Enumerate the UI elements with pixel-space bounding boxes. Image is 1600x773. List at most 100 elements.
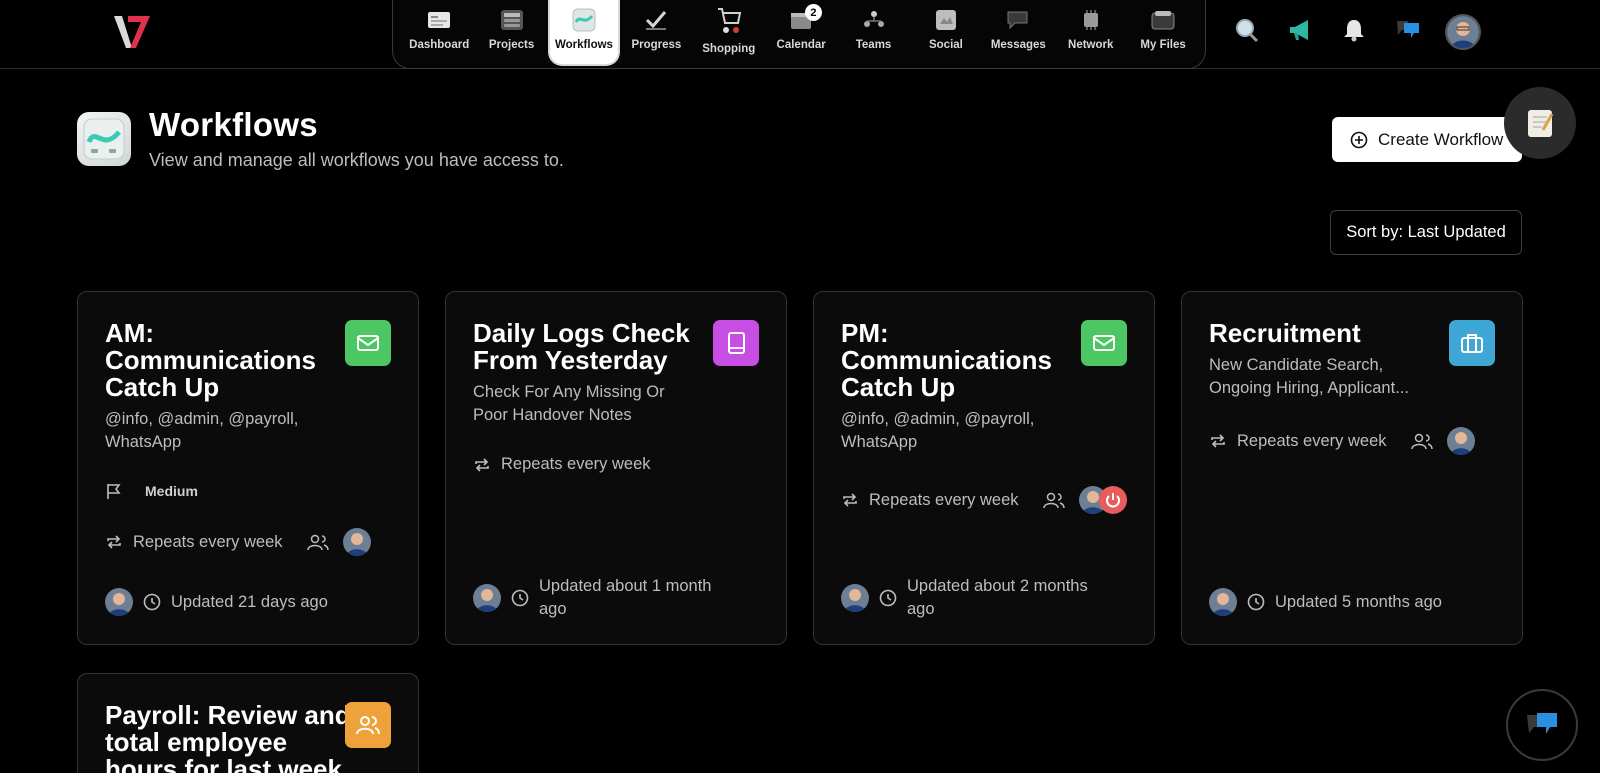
users-icon: [1042, 492, 1065, 509]
nav-progress[interactable]: Progress: [620, 0, 692, 66]
owner-avatar[interactable]: [105, 588, 133, 616]
card-type-badge: [1081, 320, 1127, 366]
owner-avatar[interactable]: [473, 584, 501, 612]
card-title: AM: Communications Catch Up: [105, 318, 316, 402]
card-type-badge: [345, 320, 391, 366]
flag-icon: [107, 484, 121, 499]
card-type-badge: [713, 320, 759, 366]
page-subtitle: View and manage all workflows you have a…: [149, 150, 564, 170]
repeat-label: Repeats every week: [133, 532, 283, 551]
app-logo[interactable]: [110, 12, 154, 52]
book-icon: [728, 332, 745, 354]
announcements-button[interactable]: [1284, 14, 1316, 46]
nav-my-files[interactable]: My Files: [1127, 0, 1199, 66]
nav-teams[interactable]: Teams: [837, 0, 909, 66]
repeat-icon: [107, 535, 121, 549]
updated-label: Updated 21 days ago: [171, 592, 328, 611]
card-title: Payroll: Review and total employee hours…: [105, 700, 351, 773]
updated-label: Updated about 2 months ago: [907, 577, 1088, 618]
users-icon: [1410, 433, 1433, 450]
notifications-button[interactable]: [1338, 14, 1370, 46]
notepad-icon: [1528, 110, 1554, 137]
megaphone-icon: [1290, 20, 1308, 40]
folder-icon: [1150, 8, 1176, 32]
updated-row: Updated 21 days ago: [105, 588, 328, 616]
network-icon: [1078, 8, 1104, 32]
create-workflow-button[interactable]: Create Workflow: [1332, 117, 1522, 162]
card-type-badge: [345, 702, 391, 748]
repeat-label: Repeats every week: [869, 490, 1019, 509]
nav-label: Social: [928, 39, 963, 51]
workflow-card[interactable]: Daily Logs Check From Yesterday Check Fo…: [445, 291, 787, 645]
owner-avatar[interactable]: [1209, 588, 1237, 616]
nav-shopping[interactable]: Shopping: [693, 0, 765, 66]
user-avatar[interactable]: [1445, 14, 1481, 50]
assignee-avatar[interactable]: [1446, 427, 1475, 455]
nav-label: Teams: [855, 39, 892, 51]
users-icon: [306, 534, 329, 551]
power-avatar[interactable]: [1098, 486, 1127, 514]
top-bar: Dashboard Projects Workflows Progress Sh…: [0, 0, 1600, 69]
updated-label: Updated about 1 month ago: [539, 577, 712, 618]
progress-icon: [643, 8, 669, 32]
nav-label: Progress: [631, 39, 682, 51]
main-nav: Dashboard Projects Workflows Progress Sh…: [392, 0, 1206, 69]
nav-calendar[interactable]: 2 Calendar: [765, 0, 837, 66]
top-actions: [1230, 14, 1424, 46]
chat-button[interactable]: [1392, 14, 1424, 46]
priority-label: Medium: [145, 483, 198, 499]
assignee-avatar[interactable]: [342, 528, 371, 556]
users-icon: [356, 716, 380, 735]
updated-row: Updated 5 months ago: [1209, 588, 1442, 616]
mail-icon: [1093, 335, 1115, 351]
card-title: PM: Communications Catch Up: [841, 318, 1052, 402]
nav-label: Network: [1068, 39, 1114, 51]
card-description: @info, @admin, @payroll, WhatsApp: [105, 410, 299, 451]
clock-icon: [511, 589, 529, 607]
nav-dashboard[interactable]: Dashboard: [403, 0, 475, 66]
workflow-card[interactable]: Recruitment New Candidate Search, Ongoin…: [1181, 291, 1523, 645]
chat-icon: [1527, 713, 1557, 734]
chat-fab[interactable]: [1506, 689, 1578, 761]
repeat-icon: [475, 457, 489, 472]
priority-row: Medium: [105, 482, 198, 500]
repeat-row: Repeats every week: [105, 528, 371, 556]
sort-dropdown[interactable]: Sort by: Last Updated: [1330, 210, 1522, 255]
workflows-page-icon: [77, 112, 131, 166]
dashboard-icon: [426, 8, 452, 32]
nav-workflows[interactable]: Workflows: [547, 0, 621, 66]
card-description: Check For Any Missing Or Poor Handover N…: [473, 383, 665, 424]
workflow-card[interactable]: PM: Communications Catch Up @info, @admi…: [813, 291, 1155, 645]
search-button[interactable]: [1230, 14, 1262, 46]
briefcase-icon: [1461, 334, 1483, 353]
nav-messages[interactable]: Messages: [982, 0, 1054, 66]
mail-icon: [357, 335, 379, 351]
card-type-badge: [1449, 320, 1495, 366]
notes-fab[interactable]: [1504, 87, 1576, 159]
updated-row: Updated about 2 months ago: [841, 575, 1107, 621]
clock-icon: [143, 593, 161, 611]
repeat-icon: [1211, 434, 1225, 448]
owner-avatar[interactable]: [841, 584, 869, 612]
create-workflow-label: Create Workflow: [1378, 129, 1504, 149]
card-description: @info, @admin, @payroll, WhatsApp: [841, 410, 1035, 451]
nav-social[interactable]: Social: [910, 0, 982, 66]
nav-label: Calendar: [776, 39, 826, 51]
repeat-row: Repeats every week: [473, 455, 651, 474]
nav-label: Dashboard: [409, 39, 470, 51]
workflows-icon: [571, 8, 597, 32]
repeat-label: Repeats every week: [1237, 431, 1387, 450]
nav-label: Shopping: [702, 43, 756, 55]
nav-label: Projects: [488, 39, 535, 51]
shopping-cart-icon: [716, 8, 742, 33]
card-title: Daily Logs Check From Yesterday: [473, 318, 690, 375]
workflow-card[interactable]: Payroll: Review and total employee hours…: [77, 673, 419, 773]
teams-icon: [861, 8, 887, 32]
nav-projects[interactable]: Projects: [475, 0, 547, 66]
page-title: Workflows: [149, 106, 318, 143]
workflow-card[interactable]: AM: Communications Catch Up @info, @admi…: [77, 291, 419, 645]
nav-network[interactable]: Network: [1055, 0, 1127, 66]
clock-icon: [1247, 593, 1265, 611]
nav-label: Workflows: [555, 39, 613, 51]
card-title: Recruitment: [1209, 318, 1361, 348]
